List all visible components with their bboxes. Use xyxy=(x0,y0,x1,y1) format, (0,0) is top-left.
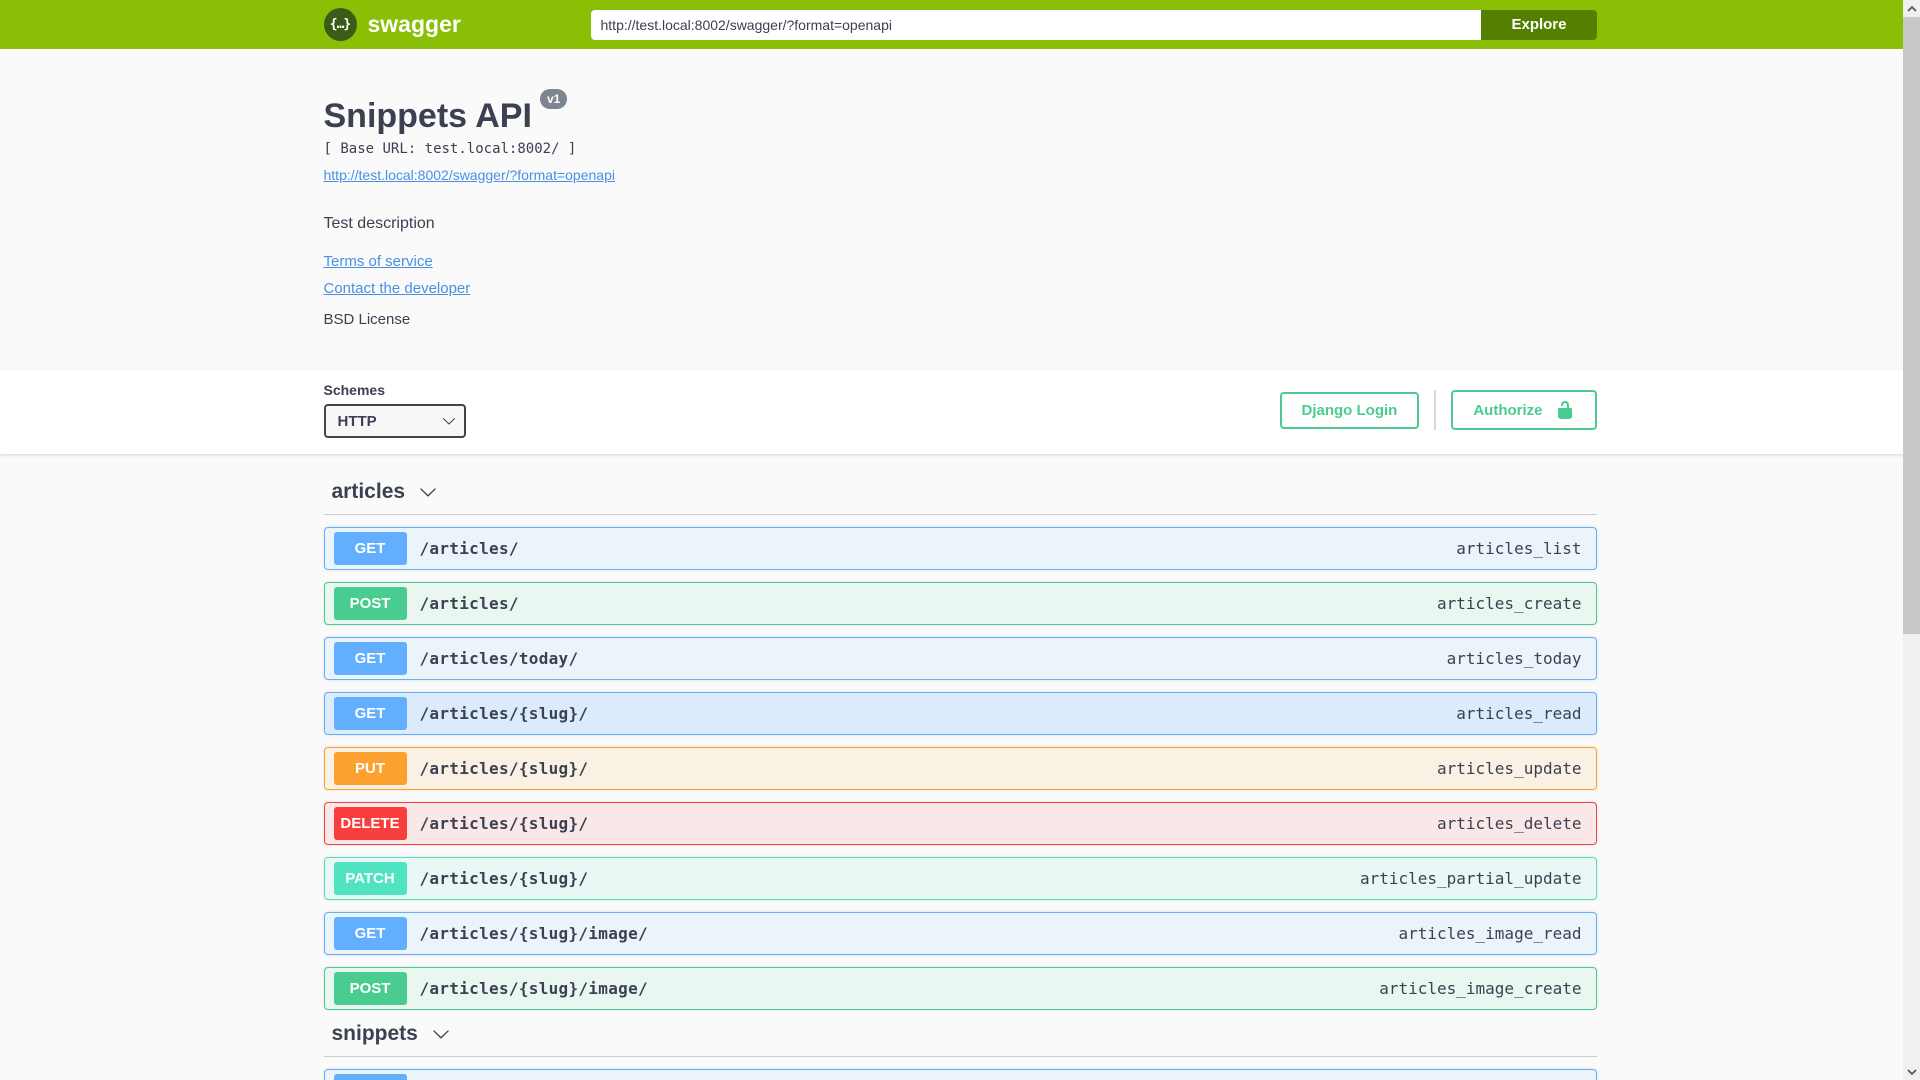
chevron-down-icon xyxy=(420,488,436,497)
tag-name: snippets xyxy=(331,1022,418,1045)
operation-id: articles_list xyxy=(1456,539,1582,558)
django-login-label: Django Login xyxy=(1301,401,1398,419)
operation-row[interactable]: DELETE /articles/{slug}/ articles_delete xyxy=(323,802,1597,845)
operation-id: articles_create xyxy=(1437,594,1582,613)
operation-path: /articles/ xyxy=(419,594,519,613)
operation-row[interactable]: PATCH /articles/{slug}/ articles_partial… xyxy=(323,857,1597,900)
contact-developer-link[interactable]: Contact the developer xyxy=(324,280,471,297)
scroll-down-arrow-icon[interactable] xyxy=(1903,1063,1920,1080)
method-badge: DELETE xyxy=(333,807,407,840)
operation-row[interactable]: POST /articles/{slug}/image/ articles_im… xyxy=(323,967,1597,1010)
operation-path: /articles/{slug}/image/ xyxy=(419,924,648,943)
method-badge: POST xyxy=(333,972,407,1005)
auth-divider xyxy=(1434,390,1437,430)
authorize-button[interactable]: Authorize xyxy=(1451,390,1597,430)
spec-url-form: Explore xyxy=(590,9,1597,40)
tag-section-header[interactable]: articles xyxy=(323,480,1597,515)
operation-id: articles_partial_update xyxy=(1359,869,1582,888)
operation-id: articles_read xyxy=(1456,704,1582,723)
auth-wrapper: Django Login Authorize xyxy=(1279,390,1597,430)
scrollbar-thumb[interactable] xyxy=(1903,17,1920,634)
scheme-select[interactable]: HTTP xyxy=(323,404,466,438)
operation-path: /articles/{slug}/image/ xyxy=(419,979,648,998)
operation-id: articles_update xyxy=(1437,759,1582,778)
license-text: BSD License xyxy=(323,311,411,328)
page-title: Snippets API xyxy=(323,97,532,135)
chevron-down-icon xyxy=(433,1030,449,1039)
operation-id: articles_image_read xyxy=(1398,924,1582,943)
scroll-up-arrow-icon[interactable] xyxy=(1903,0,1920,17)
operation-row[interactable]: GET /articles/{slug}/ articles_read xyxy=(323,692,1597,735)
operation-row[interactable]: PUT /articles/{slug}/ articles_update xyxy=(323,747,1597,790)
operation-row[interactable]: GET /articles/ articles_list xyxy=(323,527,1597,570)
authorize-label: Authorize xyxy=(1473,401,1543,419)
operation-id: articles_image_create xyxy=(1379,979,1582,998)
operation-path: /articles/ xyxy=(419,539,519,558)
operation-id: articles_delete xyxy=(1437,814,1582,833)
topbar: {…} swagger Explore xyxy=(0,0,1920,49)
operation-path: /articles/today/ xyxy=(419,649,579,668)
operations-list: articles GET /articles/ articles_list PO… xyxy=(323,454,1597,1080)
method-badge: PATCH xyxy=(333,862,407,895)
api-description: Test description xyxy=(323,215,435,232)
unlock-icon xyxy=(1557,401,1572,419)
operation-row[interactable]: POST /articles/ articles_create xyxy=(323,582,1597,625)
tag-section: articles GET /articles/ articles_list PO… xyxy=(323,480,1597,1010)
swagger-logo-link[interactable]: {…} swagger xyxy=(323,8,591,41)
swagger-logo-icon: {…} xyxy=(323,8,357,41)
operation-row[interactable]: GET /articles/{slug}/image/ articles_ima… xyxy=(323,912,1597,955)
schemes-label: Schemes xyxy=(323,382,385,398)
method-badge: GET xyxy=(333,642,407,675)
tag-section: snippets GET /snippets/ snippets_list xyxy=(323,1022,1597,1080)
tag-section-header[interactable]: snippets xyxy=(323,1022,1597,1057)
method-badge: POST xyxy=(333,587,407,620)
spec-link[interactable]: http://test.local:8002/swagger/?format=o… xyxy=(324,167,615,183)
explore-button[interactable]: Explore xyxy=(1481,9,1597,40)
method-badge: GET xyxy=(333,532,407,565)
scheme-select-wrap: HTTP xyxy=(323,404,466,438)
tag-name: articles xyxy=(331,480,406,503)
django-login-button[interactable]: Django Login xyxy=(1279,391,1420,429)
operation-row[interactable]: GET /snippets/ snippets_list xyxy=(323,1069,1597,1080)
operation-path: /articles/{slug}/ xyxy=(419,704,589,723)
method-badge: PUT xyxy=(333,752,407,785)
operation-path: /articles/{slug}/ xyxy=(419,759,589,778)
method-badge: GET xyxy=(333,1074,407,1080)
method-badge: GET xyxy=(333,697,407,730)
method-badge: GET xyxy=(333,917,407,950)
brand-title: swagger xyxy=(367,11,461,37)
terms-of-service-link[interactable]: Terms of service xyxy=(324,253,433,270)
operation-path: /articles/{slug}/ xyxy=(419,814,589,833)
operation-path: /articles/{slug}/ xyxy=(419,869,589,888)
version-badge: v1 xyxy=(539,89,568,109)
operation-id: articles_today xyxy=(1446,649,1582,668)
operation-row[interactable]: GET /articles/today/ articles_today xyxy=(323,637,1597,680)
vertical-scrollbar xyxy=(1903,0,1920,1080)
api-info-section: Snippets API v1 [ Base URL: test.local:80… xyxy=(0,49,1920,370)
scheme-section: Schemes HTTP Django Login Authorize xyxy=(0,370,1920,454)
spec-url-input[interactable] xyxy=(590,9,1482,40)
base-url-text: [ Base URL: test.local:8002/ ] xyxy=(323,141,577,157)
